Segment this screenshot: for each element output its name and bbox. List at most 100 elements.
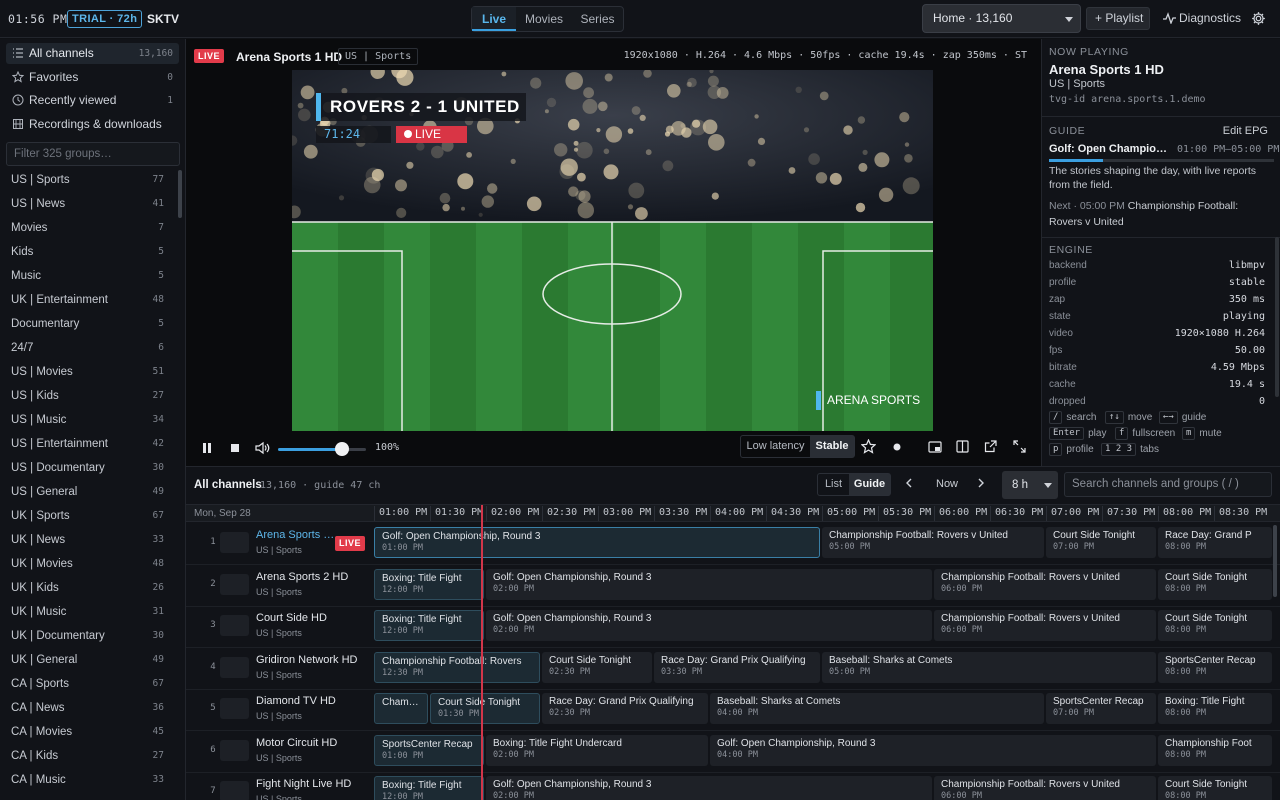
group-item[interactable]: Documentary 5: [11, 315, 166, 333]
gear-icon[interactable]: [1251, 11, 1266, 26]
sidebar-scrollbar[interactable]: [178, 170, 182, 218]
group-item[interactable]: US | General 49: [11, 483, 166, 501]
channel-row[interactable]: 6 Motor Circuit HD US | Sports SportsCenter…: [186, 732, 1280, 773]
group-item[interactable]: UK | Entertainment 48: [11, 291, 166, 309]
channel-row[interactable]: 2 Arena Sports 2 HD US | Sports Boxing: Tit…: [186, 566, 1280, 607]
tab-series[interactable]: Series: [572, 7, 623, 31]
group-item[interactable]: UK | Movies 48: [11, 555, 166, 573]
program-block[interactable]: Court Side Tonight 02:30 PM: [542, 651, 652, 683]
external-link-icon[interactable]: [984, 440, 997, 453]
sidebar-item-recently-viewed[interactable]: Recently viewed 1: [6, 90, 179, 111]
group-item[interactable]: CA | Kids 27: [11, 747, 166, 765]
group-item[interactable]: US | Documentary 30: [11, 459, 166, 477]
program-block[interactable]: Boxing: Title Fight 08:00 PM: [1158, 693, 1272, 724]
split-view-icon[interactable]: [956, 440, 969, 453]
channel-row[interactable]: 5 Diamond TV HD US | Sports Cham… Court Side…: [186, 690, 1280, 731]
program-block[interactable]: Court Side Tonight 08:00 PM: [1158, 568, 1272, 600]
group-item[interactable]: CA | Music 33: [11, 771, 166, 789]
video-frame[interactable]: ROVERS 2 - 1 UNITED 71:24 LIVE ARENA SPO…: [292, 70, 933, 431]
tab-live[interactable]: Live: [472, 7, 516, 31]
group-item[interactable]: UK | Music 31: [11, 603, 166, 621]
program-block[interactable]: Championship Football: Rovers 12:30 PM: [374, 651, 540, 683]
program-block[interactable]: Court Side Tonight 07:00 PM: [1046, 527, 1156, 558]
group-item[interactable]: US | Sports 77: [11, 171, 166, 189]
program-block[interactable]: Championship Foot 08:00 PM: [1158, 734, 1272, 766]
group-item[interactable]: 24/7 6: [11, 339, 166, 357]
star-icon[interactable]: [861, 439, 876, 454]
group-item[interactable]: Music 5: [11, 267, 166, 285]
program-block[interactable]: Court Side Tonight 01:30 PM: [430, 693, 540, 724]
program-block[interactable]: Golf: Open Championship, Round 3 02:00 PM: [486, 610, 932, 641]
program-block[interactable]: Boxing: Title Fight Undercard 02:00 PM: [486, 734, 708, 766]
channel-row[interactable]: 4 Gridiron Network HD US | Sports Champions…: [186, 649, 1280, 690]
program-block[interactable]: Race Day: Grand P 08:00 PM: [1158, 527, 1272, 558]
program-block[interactable]: Golf: Open Championship, Round 3 02:00 PM: [486, 568, 932, 600]
group-item[interactable]: UK | Sports 67: [11, 507, 166, 525]
playlist-select[interactable]: Home · 13,160: [922, 4, 1081, 33]
program-block[interactable]: Court Side Tonight 08:00 PM: [1158, 776, 1272, 800]
group-item[interactable]: CA | Movies 45: [11, 723, 166, 741]
sidebar-item-recordings[interactable]: Recordings & downloads: [6, 114, 179, 135]
record-icon[interactable]: [893, 443, 901, 451]
volume-slider-handle[interactable]: [335, 442, 349, 456]
program-block[interactable]: SportsCenter Recap 07:00 PM: [1046, 693, 1156, 724]
group-item[interactable]: US | News 41: [11, 195, 166, 213]
group-item[interactable]: UK | Documentary 30: [11, 627, 166, 645]
now-button[interactable]: Now: [936, 478, 958, 490]
group-filter-input[interactable]: Filter 325 groups…: [6, 142, 180, 166]
volume-icon[interactable]: [255, 441, 270, 455]
program-block[interactable]: Golf: Open Championship, Round 3 04:00 PM: [710, 734, 1156, 766]
sidebar-item-all-channels[interactable]: All channels 13,160: [6, 43, 179, 64]
program-block[interactable]: Golf: Open Championship, Round 3 02:00 PM: [486, 776, 932, 800]
fullscreen-icon[interactable]: [1013, 440, 1026, 453]
group-item[interactable]: UK | Kids 26: [11, 579, 166, 597]
program-block[interactable]: Cham…: [374, 693, 428, 724]
latency-stable-button[interactable]: Stable: [810, 436, 854, 457]
add-playlist-button[interactable]: + Playlist: [1086, 7, 1150, 30]
group-item[interactable]: UK | General 49: [11, 651, 166, 669]
guide-scrollbar[interactable]: [1273, 525, 1277, 597]
group-item[interactable]: Kids 5: [11, 243, 166, 261]
group-item[interactable]: UK | News 33: [11, 531, 166, 549]
sidebar-item-favorites[interactable]: Favorites 0: [6, 67, 179, 88]
program-block[interactable]: Baseball: Sharks at Comets 05:00 PM: [822, 651, 1156, 683]
group-item[interactable]: US | Movies 51: [11, 363, 166, 381]
program-block[interactable]: Boxing: Title Fight 12:00 PM: [374, 610, 484, 641]
chevron-left-icon[interactable]: [904, 477, 914, 489]
program-block[interactable]: Boxing: Title Fight 12:00 PM: [374, 776, 484, 800]
picture-in-picture-icon[interactable]: [928, 441, 942, 453]
group-item[interactable]: CA | Sports 67: [11, 675, 166, 693]
channel-row[interactable]: 1 Arena Sports 1 HD US | Sports LIVE Golf: O…: [186, 524, 1280, 565]
pause-icon[interactable]: [202, 442, 212, 454]
volume-slider-fill[interactable]: [278, 448, 342, 451]
program-block[interactable]: Championship Football: Rovers v United 06…: [934, 776, 1156, 800]
group-item[interactable]: US | Kids 27: [11, 387, 166, 405]
tab-movies[interactable]: Movies: [516, 7, 572, 31]
diagnostics-button[interactable]: Diagnostics: [1163, 11, 1241, 25]
group-item[interactable]: US | Entertainment 42: [11, 435, 166, 453]
engine-scrollbar[interactable]: [1275, 237, 1279, 397]
program-block[interactable]: SportsCenter Recap 08:00 PM: [1158, 651, 1272, 683]
program-block[interactable]: Championship Football: Rovers v United 05…: [822, 527, 1044, 558]
hours-select[interactable]: 8 h: [1002, 471, 1058, 499]
program-block[interactable]: Golf: Open Championship, Round 3 01:00 PM: [374, 527, 820, 558]
view-list-button[interactable]: List: [818, 474, 849, 495]
latency-low-button[interactable]: Low latency: [741, 436, 810, 457]
edit-epg-button[interactable]: Edit EPG: [1223, 125, 1268, 137]
channel-row[interactable]: 3 Court Side HD US | Sports Boxing: Title F…: [186, 607, 1280, 648]
program-block[interactable]: Boxing: Title Fight 12:00 PM: [374, 568, 484, 600]
program-block[interactable]: Championship Football: Rovers v United 06…: [934, 568, 1156, 600]
channel-row[interactable]: 7 Fight Night Live HD US | Sports Boxing: T…: [186, 773, 1280, 800]
group-item[interactable]: CA | News 36: [11, 699, 166, 717]
program-block[interactable]: Race Day: Grand Prix Qualifying 03:30 PM: [654, 651, 820, 683]
channel-search-input[interactable]: Search channels and groups ( / ): [1064, 472, 1272, 497]
program-block[interactable]: SportsCenter Recap 01:00 PM: [374, 734, 484, 766]
program-block[interactable]: Court Side Tonight 08:00 PM: [1158, 610, 1272, 641]
chevron-right-icon[interactable]: [976, 477, 986, 489]
program-block[interactable]: Championship Football: Rovers v United 06…: [934, 610, 1156, 641]
program-block[interactable]: Race Day: Grand Prix Qualifying 02:30 PM: [542, 693, 708, 724]
group-item[interactable]: Movies 7: [11, 219, 166, 237]
program-block[interactable]: Baseball: Sharks at Comets 04:00 PM: [710, 693, 1044, 724]
view-guide-button[interactable]: Guide: [849, 474, 890, 495]
stop-icon[interactable]: [230, 443, 240, 453]
